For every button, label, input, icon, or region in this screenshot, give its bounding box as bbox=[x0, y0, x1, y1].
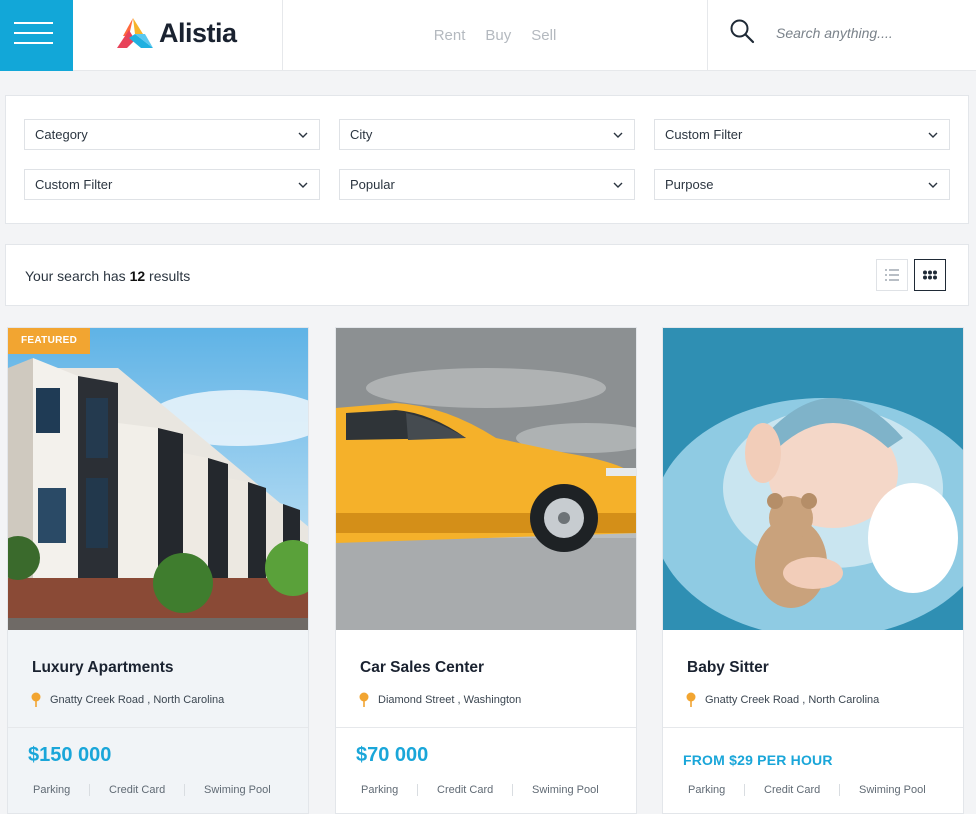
list-view-button[interactable] bbox=[876, 259, 908, 291]
listing-card[interactable]: Car Sales Center Diamond Street , Washin… bbox=[335, 327, 637, 814]
chevron-down-icon bbox=[298, 132, 308, 138]
amenity-credit-card: Credit Card bbox=[90, 784, 185, 796]
grid-view-button[interactable] bbox=[914, 259, 946, 291]
card-divider bbox=[663, 727, 963, 728]
city-select[interactable]: City bbox=[339, 119, 635, 150]
listing-image-car[interactable] bbox=[336, 328, 636, 630]
amenity-parking: Parking bbox=[8, 784, 90, 796]
chevron-down-icon bbox=[613, 132, 623, 138]
main-nav: Rent Buy Sell bbox=[283, 0, 707, 71]
listing-price: $150 000 bbox=[28, 744, 112, 766]
results-prefix: Your search has bbox=[25, 268, 126, 284]
card-divider bbox=[336, 727, 636, 728]
results-count: 12 bbox=[129, 268, 146, 284]
select-label: City bbox=[350, 127, 373, 142]
nav-rent[interactable]: Rent bbox=[434, 27, 466, 44]
chevron-down-icon bbox=[928, 132, 938, 138]
listing-location: Diamond Street , Washington bbox=[378, 694, 522, 706]
results-count-text: Your search has 12 results bbox=[25, 268, 190, 284]
card-divider bbox=[8, 727, 308, 728]
filter-panel: Category City Custom Filter Custom Filte… bbox=[5, 95, 969, 224]
divider bbox=[707, 0, 708, 71]
card-body: Baby Sitter Gnatty Creek Road , North Ca… bbox=[663, 630, 963, 727]
amenity-parking: Parking bbox=[663, 784, 745, 796]
brand-logo[interactable]: Alistia bbox=[115, 16, 245, 52]
listing-card[interactable]: Baby Sitter Gnatty Creek Road , North Ca… bbox=[662, 327, 964, 814]
brand-name: Alistia bbox=[159, 18, 237, 48]
amenity-credit-card: Credit Card bbox=[745, 784, 840, 796]
listing-location: Gnatty Creek Road , North Carolina bbox=[50, 694, 225, 706]
results-bar: Your search has 12 results bbox=[5, 244, 969, 306]
popular-select[interactable]: Popular bbox=[339, 169, 635, 200]
chevron-down-icon bbox=[298, 182, 308, 188]
amenities-list: Parking Credit Card Swiming Pool bbox=[336, 784, 636, 796]
location-pin-icon bbox=[686, 692, 696, 707]
featured-badge: FEATURED bbox=[8, 328, 91, 354]
amenities-list: Parking Credit Card Swiming Pool bbox=[663, 784, 963, 796]
listing-image-apartments[interactable]: FEATURED bbox=[8, 328, 308, 630]
listing-title[interactable]: Car Sales Center bbox=[360, 659, 484, 677]
listing-title[interactable]: Luxury Apartments bbox=[32, 659, 174, 677]
search-icon[interactable] bbox=[729, 18, 755, 44]
custom-filter-select-2[interactable]: Custom Filter bbox=[24, 169, 320, 200]
select-label: Purpose bbox=[665, 177, 714, 192]
category-select[interactable]: Category bbox=[24, 119, 320, 150]
top-header: Alistia Rent Buy Sell bbox=[0, 0, 976, 71]
purpose-select[interactable]: Purpose bbox=[654, 169, 950, 200]
select-label: Popular bbox=[350, 177, 395, 192]
select-label: Category bbox=[35, 127, 88, 142]
listing-price: FROM $29 PER HOUR bbox=[683, 752, 833, 768]
results-suffix: results bbox=[149, 268, 191, 284]
location-pin-icon bbox=[359, 692, 369, 707]
select-label: Custom Filter bbox=[35, 177, 113, 192]
listing-title[interactable]: Baby Sitter bbox=[687, 659, 769, 677]
listing-image-baby[interactable] bbox=[663, 328, 963, 630]
hamburger-menu-button[interactable] bbox=[0, 0, 73, 71]
chevron-down-icon bbox=[928, 182, 938, 188]
amenities-list: Parking Credit Card Swiming Pool bbox=[8, 784, 308, 796]
amenity-credit-card: Credit Card bbox=[418, 784, 513, 796]
chevron-down-icon bbox=[613, 182, 623, 188]
grid-icon bbox=[923, 270, 937, 280]
listing-card[interactable]: FEATURED Luxury Apartments Gnatty Creek … bbox=[7, 327, 309, 814]
amenity-parking: Parking bbox=[336, 784, 418, 796]
list-icon bbox=[885, 269, 899, 281]
select-label: Custom Filter bbox=[665, 127, 743, 142]
search-input[interactable] bbox=[776, 22, 961, 44]
amenity-pool: Swiming Pool bbox=[204, 784, 271, 796]
custom-filter-select[interactable]: Custom Filter bbox=[654, 119, 950, 150]
card-body: Luxury Apartments Gnatty Creek Road , No… bbox=[8, 630, 308, 727]
nav-sell[interactable]: Sell bbox=[531, 27, 556, 44]
listing-price: $70 000 bbox=[356, 744, 429, 766]
listing-location: Gnatty Creek Road , North Carolina bbox=[705, 694, 880, 706]
nav-buy[interactable]: Buy bbox=[485, 27, 511, 44]
card-body: Car Sales Center Diamond Street , Washin… bbox=[336, 630, 636, 727]
amenity-pool: Swiming Pool bbox=[859, 784, 926, 796]
amenity-pool: Swiming Pool bbox=[532, 784, 599, 796]
logo-mark-icon bbox=[117, 18, 153, 48]
location-pin-icon bbox=[31, 692, 41, 707]
